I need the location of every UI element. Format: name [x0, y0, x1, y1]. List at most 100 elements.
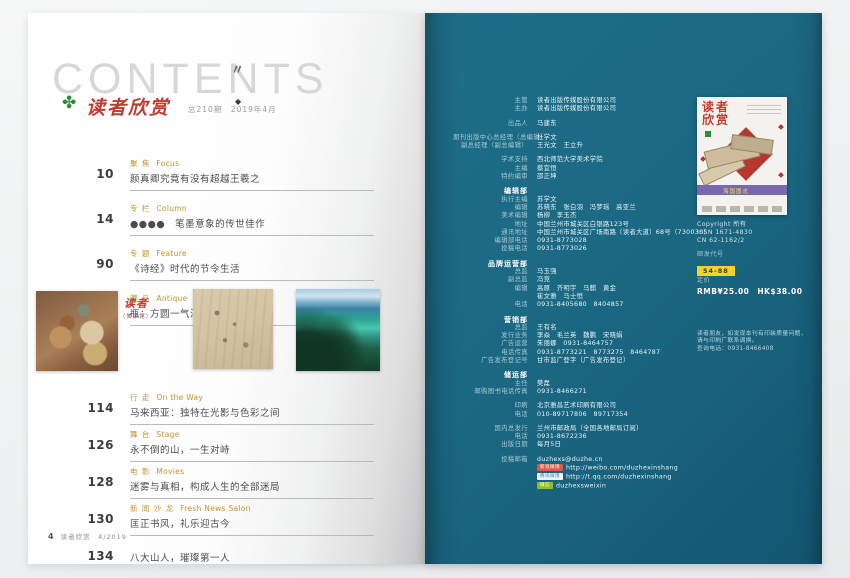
- toc-article-title: 颜真卿究竟有没有超越王羲之: [130, 168, 384, 185]
- masthead-row: 编辑 苏晓东 张白羽 冯梦瑶 高亚兰: [453, 204, 703, 212]
- masthead-row: 总监 马玉强: [453, 268, 703, 276]
- masthead-gutter: [528, 187, 537, 195]
- masthead-gutter: [528, 402, 537, 410]
- masthead-gutter: [528, 142, 537, 150]
- masthead-label: [453, 473, 528, 482]
- cover-story-band: 海国图志: [697, 185, 787, 195]
- masthead-value-text: 王光文 王立升: [537, 142, 583, 149]
- scroll-painting-image: [193, 289, 273, 369]
- masthead-label: 主编: [453, 165, 528, 173]
- masthead-value-text: 王有名: [537, 324, 557, 331]
- masthead-gutter: [528, 371, 537, 379]
- masthead-value: 杜学文: [537, 134, 703, 142]
- masthead-value-text: 杜学文: [537, 134, 557, 141]
- masthead-value: 0931-8773221 8773275 8464787: [537, 349, 703, 357]
- masthead-value-text: 0931-8466271: [537, 388, 587, 395]
- masthead-label: 副总监: [453, 276, 528, 284]
- toc-gutter: [114, 249, 130, 281]
- masthead-label: 副总经理（副总编辑）: [453, 142, 528, 150]
- masthead-value-text: http://weibo.com/duzhexinshang: [566, 464, 678, 471]
- masthead-gutter: [528, 165, 537, 173]
- masthead-gutter: [528, 433, 537, 441]
- masthead-value: duzhexs@duzhe.cn: [537, 456, 703, 464]
- toc-page-number: 14: [84, 204, 114, 236]
- green-seal-icon: [705, 131, 711, 137]
- masthead-value: 兰州市邮政局〔全国各地邮局订阅〕: [537, 425, 703, 433]
- masthead-group: 营销部 总监 王有名 发行业务 李焱 毛兰英 魏鹏 宋晓娟 广告运营 朱丽娜 0…: [453, 316, 703, 366]
- toc-section-label: 电 影Movies: [130, 467, 384, 476]
- masthead-value: 王有名: [537, 324, 703, 332]
- toc-page-number: 126: [84, 430, 114, 462]
- masthead-gutter: [528, 349, 537, 357]
- masthead-label: 广告发布登记号: [453, 357, 528, 365]
- masthead-value-text: 0931-8672236: [537, 433, 587, 440]
- masthead-gutter: [528, 105, 537, 113]
- toc-underline: [130, 424, 374, 425]
- masthead-row: 电话 010-89717806 89717354: [453, 411, 703, 419]
- toc-article-title: 《诗经》时代的节令生活: [130, 258, 384, 275]
- toc-entry: 90 专 题Feature 《诗经》时代的节令生活: [84, 249, 384, 281]
- issue-number: 总210期 2019年4月: [188, 104, 277, 115]
- copyright-block: Copyright 所有 ISSN 1671-4830 CN 62-1162/2: [697, 221, 817, 246]
- masthead-value: [537, 316, 703, 324]
- masthead-label: [453, 464, 528, 473]
- toc-page-number: 114: [84, 393, 114, 425]
- masthead-gutter: [528, 441, 537, 449]
- masthead-value: 0931-8672236: [537, 433, 703, 441]
- masthead-label: 主任: [453, 380, 528, 388]
- masthead-value: 蔡宜恒: [537, 165, 703, 173]
- clover-logo-icon: ✤: [62, 95, 76, 112]
- masthead-gutter: [528, 268, 537, 276]
- masthead-group: 期刊出版中心总经理（总编辑） 杜学文 副总经理（副总编辑） 王光文 王立升: [453, 134, 703, 151]
- toc-gutter: [114, 467, 130, 499]
- toc-section-cn: 舞 台: [130, 430, 150, 439]
- masthead-value: 甘市监广登字〔广告发布登记〕: [537, 357, 703, 365]
- masthead-group: 品牌运营部 总监 马玉强 副总监 冯竞 编辑 高原 齐明宇 马麒 黄金 崔文雅 …: [453, 260, 703, 310]
- masthead-row: 印刷 北京雅昌艺术印刷有限公司: [453, 402, 703, 410]
- masthead-group: 储运部 主任 樊磊 邮购图书电话传真 0931-8466271: [453, 371, 703, 396]
- gallery-brand: 读者 （美术馆）: [106, 295, 166, 320]
- masthead-value-text: 010-89717806 89717354: [537, 411, 628, 418]
- masthead-gutter: [528, 237, 537, 245]
- note-line: 请与印刷厂联系调换。: [697, 338, 822, 345]
- toc-section-cn: 专 栏: [130, 204, 150, 213]
- masthead-value-text: 崔文雅 马士恒: [537, 293, 583, 300]
- toc-entry-body: 行 走On the Way 马来西亚：独特在光影与色彩之间: [130, 393, 384, 425]
- toc-underline: [130, 498, 374, 499]
- masthead-label: 投稿邮箱: [453, 456, 528, 464]
- masthead-value-text: 0931-8773026: [537, 245, 587, 252]
- masthead-value-text: duzhexsweixin: [556, 482, 606, 489]
- masthead-label: 特约编审: [453, 173, 528, 181]
- masthead-gutter: [528, 324, 537, 332]
- masthead-row: 通讯地址 中国兰州市城关区广场南路〔读者大道〕68号（730030）: [453, 229, 703, 237]
- masthead-gutter: [528, 380, 537, 388]
- masthead-value: 0931-8773026: [537, 245, 703, 253]
- masthead-row: 微信duzhexsweixin: [453, 482, 703, 491]
- sea-landscape-image: [296, 289, 380, 371]
- masthead-group: 出品人 马建东: [453, 120, 703, 128]
- masthead-value-text: 李焱 毛兰英 魏鹏 宋晓娟: [537, 332, 623, 339]
- issn-number: ISSN 1671-4830: [697, 229, 817, 237]
- masthead-group: 编辑部 执行主编 苏学文 编辑 苏晓东 张白羽 冯梦瑶 高亚兰 美术编辑 杨柳 …: [453, 187, 703, 253]
- masthead-row: 储运部: [453, 371, 703, 379]
- masthead-value: 0931-8405680 8404857: [537, 301, 703, 309]
- masthead-label: 电话传真: [453, 349, 528, 357]
- masthead-value: 杨柳 李玉杰: [537, 212, 703, 220]
- masthead-value-text: 邵正坤: [537, 173, 557, 180]
- masthead-gutter: [528, 97, 537, 105]
- toc-section-label: 新 闻 沙 龙Fresh News Salon: [130, 504, 384, 513]
- masthead-row: 投稿邮箱 duzhexs@duzhe.cn: [453, 456, 703, 464]
- toc-article-title: 匡正书风，礼乐迎古今: [130, 513, 384, 530]
- masthead-label: 邮购图书电话传真: [453, 388, 528, 396]
- price-block: 定价 RMB¥25.00 HK$38.00: [697, 275, 817, 297]
- masthead-label: 期刊出版中心总经理（总编辑）: [453, 134, 528, 142]
- masthead-label: 电话: [453, 301, 528, 309]
- toc-gutter: [114, 204, 130, 236]
- folio-number: 4: [48, 532, 55, 541]
- masthead-gutter: [528, 293, 537, 301]
- masthead-value-text: http://t.qq.com/duzhexinshang: [566, 473, 672, 480]
- masthead-value-text: 蔡宜恒: [537, 165, 557, 172]
- note-line: 查询电话：0931-8466408: [697, 346, 822, 353]
- toc-section-label: 专 题Feature: [130, 249, 384, 258]
- masthead-gutter: [528, 212, 537, 220]
